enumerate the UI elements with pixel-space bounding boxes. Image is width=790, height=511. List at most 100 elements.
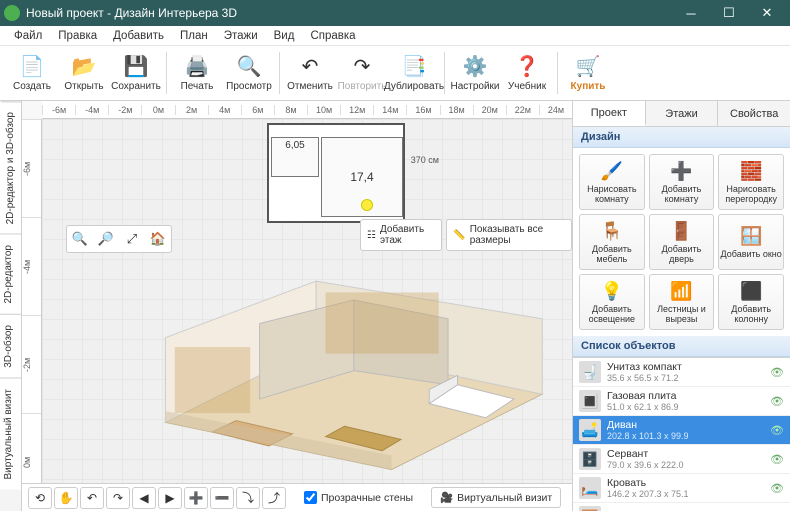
- object-icon: 🗄️: [579, 448, 601, 470]
- vtab-2[interactable]: 3D-обзор: [0, 314, 21, 378]
- toolbar-redo-button: ↷Повторить: [336, 48, 388, 98]
- rtab-2[interactable]: Свойства: [718, 101, 790, 126]
- iso-render: [102, 234, 568, 479]
- object-row-3[interactable]: 🗄️Сервант79.0 x 39.6 x 222.0👁: [573, 445, 790, 474]
- ruler-horizontal: -6м-4м-2м0м2м4м6м8м10м12м14м16м18м20м22м…: [42, 101, 572, 119]
- menu-4[interactable]: Этажи: [216, 28, 266, 44]
- add-room-icon: ➕: [669, 160, 693, 184]
- add-light-icon: 💡: [600, 280, 624, 304]
- menu-5[interactable]: Вид: [266, 28, 303, 44]
- app-icon: [4, 5, 20, 21]
- toolbar-save-button[interactable]: 💾Сохранить: [110, 48, 162, 98]
- card-add-room[interactable]: ➕Добавить комнату: [649, 154, 715, 210]
- print-icon: 🖨️: [185, 55, 209, 79]
- toolbar-preview-button[interactable]: 🔍Просмотр: [223, 48, 275, 98]
- transparent-walls-input[interactable]: [304, 491, 317, 504]
- dim-right: 370 см: [411, 155, 439, 165]
- object-row-2[interactable]: 🛋️Диван202.8 x 101.3 x 99.9👁: [573, 416, 790, 445]
- redo-view-icon[interactable]: ↷: [106, 487, 130, 509]
- tilt-up-icon[interactable]: ⤴: [262, 487, 286, 509]
- vtab-3[interactable]: Виртуальный визит: [0, 378, 21, 490]
- bottom-toolbar: ⟲ ✋ ↶ ↷ ◀ ▶ ➕ ➖ ⤵ ⤴ Прозрачные стены 🎥 В…: [22, 483, 572, 511]
- toolbar-duplicate-button[interactable]: 📑Дублировать: [388, 48, 440, 98]
- object-icon: 🛋️: [579, 419, 601, 441]
- object-row-0[interactable]: 🚽Унитаз компакт35.6 x 56.5 x 71.2👁: [573, 358, 790, 387]
- vertical-tabs: 2D-редактор и 3D-обзор2D-редактор3D-обзо…: [0, 101, 22, 511]
- close-button[interactable]: ✕: [748, 0, 786, 26]
- object-list: 🚽Унитаз компакт35.6 x 56.5 x 71.2👁🔳Газов…: [573, 357, 790, 511]
- open-icon: 📂: [72, 55, 96, 79]
- object-icon: 🛏️: [579, 477, 601, 499]
- card-add-door[interactable]: 🚪Добавить дверь: [649, 214, 715, 270]
- maximize-button[interactable]: ☐: [710, 0, 748, 26]
- card-draw-room[interactable]: 🖌️Нарисовать комнату: [579, 154, 645, 210]
- visibility-icon[interactable]: 👁: [770, 424, 784, 437]
- rtab-0[interactable]: Проект: [573, 101, 646, 126]
- toolbar-open-button[interactable]: 📂Открыть: [58, 48, 110, 98]
- view-3d[interactable]: [102, 234, 568, 479]
- card-add-column[interactable]: ⬛Добавить колонну: [718, 274, 784, 330]
- duplicate-icon: 📑: [402, 55, 426, 79]
- create-icon: 📄: [20, 55, 44, 79]
- toolbar-buy-button[interactable]: 🛒Купить: [562, 48, 614, 98]
- zoom-in-3d-icon[interactable]: ➕: [184, 487, 208, 509]
- canvas[interactable]: 6,05 17,4 370 см 🔍 🔎 ⤢ 🏠 ☷Добавить этаж …: [42, 119, 572, 483]
- camera-dot[interactable]: [361, 199, 373, 211]
- visibility-icon[interactable]: 👁: [770, 453, 784, 466]
- toolbar-print-button[interactable]: 🖨️Печать: [171, 48, 223, 98]
- object-row-1[interactable]: 🔳Газовая плита51.0 x 62.1 x 86.9👁: [573, 387, 790, 416]
- tilt-down-icon[interactable]: ⤵: [236, 487, 260, 509]
- toolbar-manual-button[interactable]: ❓Учебник: [501, 48, 553, 98]
- menu-2[interactable]: Добавить: [105, 28, 172, 44]
- pan-icon[interactable]: ✋: [54, 487, 78, 509]
- add-furniture-icon: 🪑: [600, 220, 624, 244]
- menubar: ФайлПравкаДобавитьПланЭтажиВидСправка: [0, 26, 790, 46]
- titlebar: Новый проект - Дизайн Интерьера 3D ─ ☐ ✕: [0, 0, 790, 26]
- toolbar-undo-button[interactable]: ↶Отменить: [284, 48, 336, 98]
- menu-1[interactable]: Правка: [50, 28, 105, 44]
- menu-6[interactable]: Справка: [302, 28, 363, 44]
- ruler-vertical: -6м-4м-2м0м: [22, 119, 42, 511]
- save-icon: 💾: [124, 55, 148, 79]
- object-row-4[interactable]: 🛏️Кровать146.2 x 207.3 x 75.1👁: [573, 474, 790, 503]
- objects-section-header: Список объектов: [573, 336, 790, 357]
- object-row-5[interactable]: 🪟Двойное окно👁: [573, 503, 790, 511]
- redo-icon: ↷: [350, 55, 374, 79]
- toolbar-settings-button[interactable]: ⚙️Настройки: [449, 48, 501, 98]
- card-draw-wall[interactable]: 🧱Нарисовать перегородку: [718, 154, 784, 210]
- transparent-walls-checkbox[interactable]: Прозрачные стены: [304, 491, 413, 504]
- add-door-icon: 🚪: [669, 220, 693, 244]
- manual-icon: ❓: [515, 55, 539, 79]
- design-grid: 🖌️Нарисовать комнату➕Добавить комнату🧱На…: [573, 148, 790, 336]
- window-title: Новый проект - Дизайн Интерьера 3D: [26, 6, 672, 20]
- toolbar: 📄Создать📂Открыть💾Сохранить🖨️Печать🔍Просм…: [0, 46, 790, 101]
- undo-view-icon[interactable]: ↶: [80, 487, 104, 509]
- vtab-0[interactable]: 2D-редактор и 3D-обзор: [0, 101, 21, 234]
- undo-icon: ↶: [298, 55, 322, 79]
- virtual-visit-button[interactable]: 🎥 Виртуальный визит: [431, 487, 561, 508]
- design-section-header: Дизайн: [573, 127, 790, 148]
- rotate-right-icon[interactable]: ▶: [158, 487, 182, 509]
- menu-0[interactable]: Файл: [6, 28, 50, 44]
- camera-icon: 🎥: [440, 491, 453, 504]
- vtab-1[interactable]: 2D-редактор: [0, 234, 21, 314]
- minimize-button[interactable]: ─: [672, 0, 710, 26]
- room-a-label: 6,05: [271, 137, 319, 177]
- view-360-icon[interactable]: ⟲: [28, 487, 52, 509]
- card-add-light[interactable]: 💡Добавить освещение: [579, 274, 645, 330]
- menu-3[interactable]: План: [172, 28, 216, 44]
- card-add-furniture[interactable]: 🪑Добавить мебель: [579, 214, 645, 270]
- stairs-icon: 📶: [669, 280, 693, 304]
- visibility-icon[interactable]: 👁: [770, 482, 784, 495]
- toolbar-create-button[interactable]: 📄Создать: [6, 48, 58, 98]
- rtab-1[interactable]: Этажи: [646, 101, 719, 126]
- card-stairs[interactable]: 📶Лестницы и вырезы: [649, 274, 715, 330]
- zoom-out-icon[interactable]: 🔍: [69, 228, 91, 250]
- plan-2d[interactable]: 6,05 17,4 370 см: [267, 123, 405, 223]
- visibility-icon[interactable]: 👁: [770, 395, 784, 408]
- zoom-out-3d-icon[interactable]: ➖: [210, 487, 234, 509]
- card-add-window[interactable]: 🪟Добавить окно: [718, 214, 784, 270]
- visibility-icon[interactable]: 👁: [770, 366, 784, 379]
- rotate-left-icon[interactable]: ◀: [132, 487, 156, 509]
- object-icon: 🔳: [579, 390, 601, 412]
